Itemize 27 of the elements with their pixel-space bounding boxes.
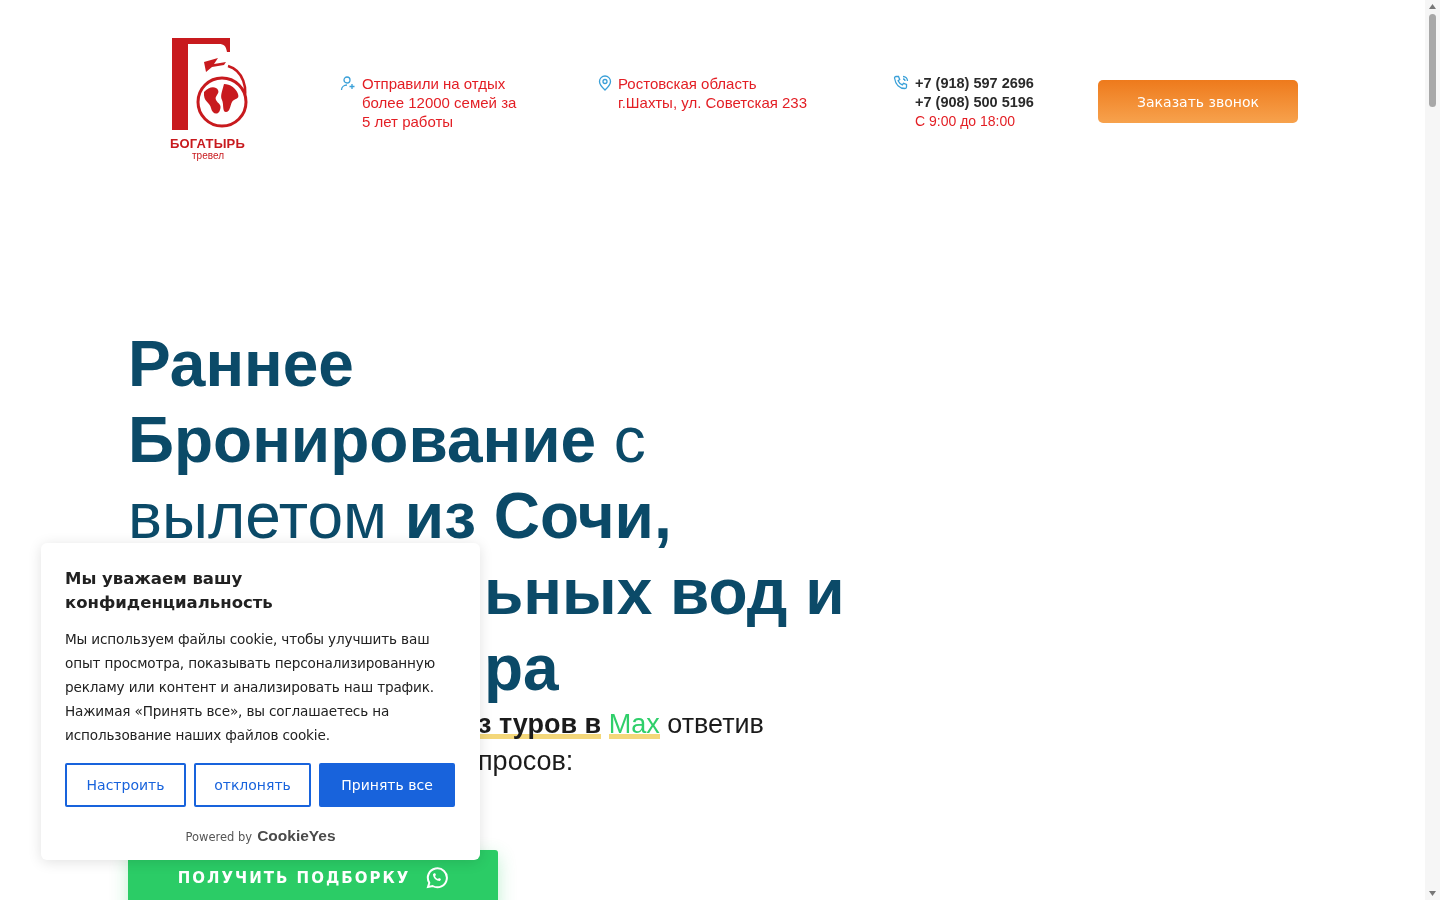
logo-name: БОГАТЫРЬ <box>170 136 246 151</box>
subtitle-line: просов: <box>478 746 574 776</box>
headline-line: вылетом из Сочи, <box>128 480 672 552</box>
phone-icon <box>893 75 909 91</box>
scroll-down-icon[interactable] <box>1429 891 1436 896</box>
location-pin-icon <box>598 75 612 91</box>
info-text: Отправили на отдых более 12000 семей за 5 лет работы <box>362 74 517 131</box>
working-hours: С 9:00 до 18:00 <box>915 112 1017 131</box>
brand-logo[interactable]: CookieYes <box>257 827 336 845</box>
subtitle-line: з туров в Max ответив <box>478 709 764 739</box>
headline-line: ьных вод и <box>484 556 845 628</box>
whatsapp-icon <box>424 865 449 890</box>
cookie-option-button[interactable]: Настроить <box>65 763 186 807</box>
cookie-option-button[interactable]: отклонять <box>194 763 311 807</box>
powered-by-text: Powered by <box>185 830 253 844</box>
cookie-text: Мы используем файлы cookie, чтобы улучшить ваш опыт просмотра, показывать персонализированную рекламу или контент и анализировать наш трафик. Нажимая «Принять все», вы соглашаетесь на использование наших файлов cookie. <box>65 630 436 745</box>
headline-line: Раннее <box>128 328 354 400</box>
headline-line: Бронирование с <box>128 404 646 476</box>
phone-numbers[interactable]: +7 (918) 597 2696 +7 (908) 500 5196 <box>915 74 1034 112</box>
logo-tagline: тревел <box>192 151 224 161</box>
cookie-title: Мы уважаем вашу конфиденциальность <box>65 568 274 614</box>
user-plus-icon <box>340 75 356 91</box>
address-text: Ростовская область г.Шахты, ул. Советская 233 <box>618 74 808 112</box>
accept-all-button[interactable]: Принять все <box>319 763 455 807</box>
scrollbar-thumb[interactable] <box>1429 14 1436 107</box>
scroll-up-icon[interactable] <box>1429 4 1436 9</box>
headline-line: ра <box>484 632 559 704</box>
